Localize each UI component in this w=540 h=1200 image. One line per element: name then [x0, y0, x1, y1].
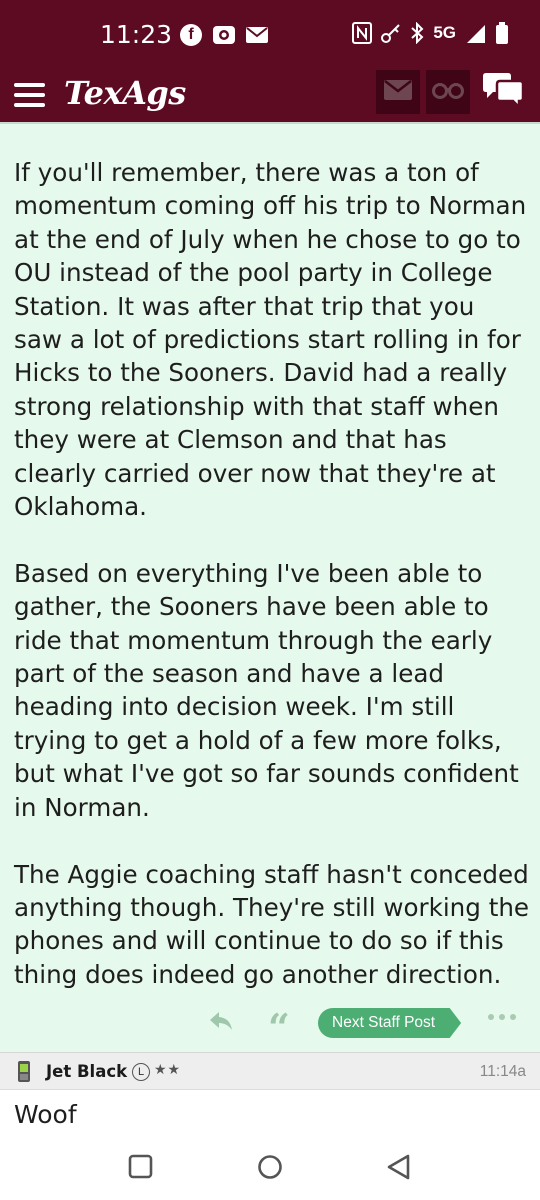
- facebook-icon: f: [180, 24, 202, 46]
- watch-list-button[interactable]: [426, 70, 470, 114]
- level-badge: L: [132, 1063, 150, 1081]
- post-body: If you'll remember, there was a ton of m…: [14, 156, 530, 1025]
- reply-header: Jet Black L ★★ 11:14a: [0, 1052, 540, 1090]
- staff-post: If you'll remember, there was a ton of m…: [0, 122, 540, 1052]
- system-icons: 5G: [352, 22, 508, 44]
- back-icon[interactable]: [386, 1154, 412, 1184]
- chat-button[interactable]: [478, 70, 528, 114]
- signal-icon: [465, 23, 487, 43]
- bluetooth-icon: [410, 22, 424, 44]
- post-paragraph: Based on everything I've been able to ga…: [14, 558, 519, 822]
- reply-icon[interactable]: [208, 1010, 234, 1036]
- post-actions: “ Next Staff Post: [0, 1006, 540, 1048]
- next-staff-post-button[interactable]: Next Staff Post: [318, 1008, 462, 1038]
- battery-icon: [496, 22, 508, 44]
- app-bar: TexAgs: [0, 68, 540, 122]
- post-paragraph: The Aggie coaching staff hasn't conceded…: [14, 859, 530, 989]
- status-time: 11:23: [100, 20, 173, 49]
- more-options-icon[interactable]: [488, 1014, 516, 1020]
- key-icon: [381, 23, 401, 43]
- recent-apps-icon[interactable]: [128, 1154, 154, 1184]
- post-paragraph: If you'll remember, there was a ton of m…: [14, 158, 527, 522]
- nfc-icon: [352, 22, 373, 44]
- chat-icon: [481, 72, 525, 112]
- post-timestamp: 11:14a: [479, 1063, 526, 1080]
- mail-icon: [246, 27, 268, 43]
- status-bar: 11:23 f 5G: [0, 0, 540, 68]
- messages-button[interactable]: [376, 70, 420, 114]
- username[interactable]: Jet Black: [46, 1062, 127, 1081]
- menu-icon[interactable]: [12, 78, 48, 112]
- mail-icon: [384, 80, 412, 104]
- quote-icon[interactable]: “: [268, 1008, 290, 1048]
- phone-icon: [15, 1059, 33, 1087]
- network-type: 5G: [433, 23, 456, 42]
- texags-logo[interactable]: TexAgs: [64, 74, 186, 112]
- binoculars-icon: [432, 81, 464, 103]
- notification-icons: f: [180, 24, 268, 46]
- navigation-bar: [0, 1134, 540, 1200]
- camera-icon: [212, 25, 236, 45]
- reply-body: Woof: [14, 1100, 77, 1129]
- user-stars: ★★: [154, 1062, 182, 1078]
- home-icon[interactable]: [257, 1154, 283, 1184]
